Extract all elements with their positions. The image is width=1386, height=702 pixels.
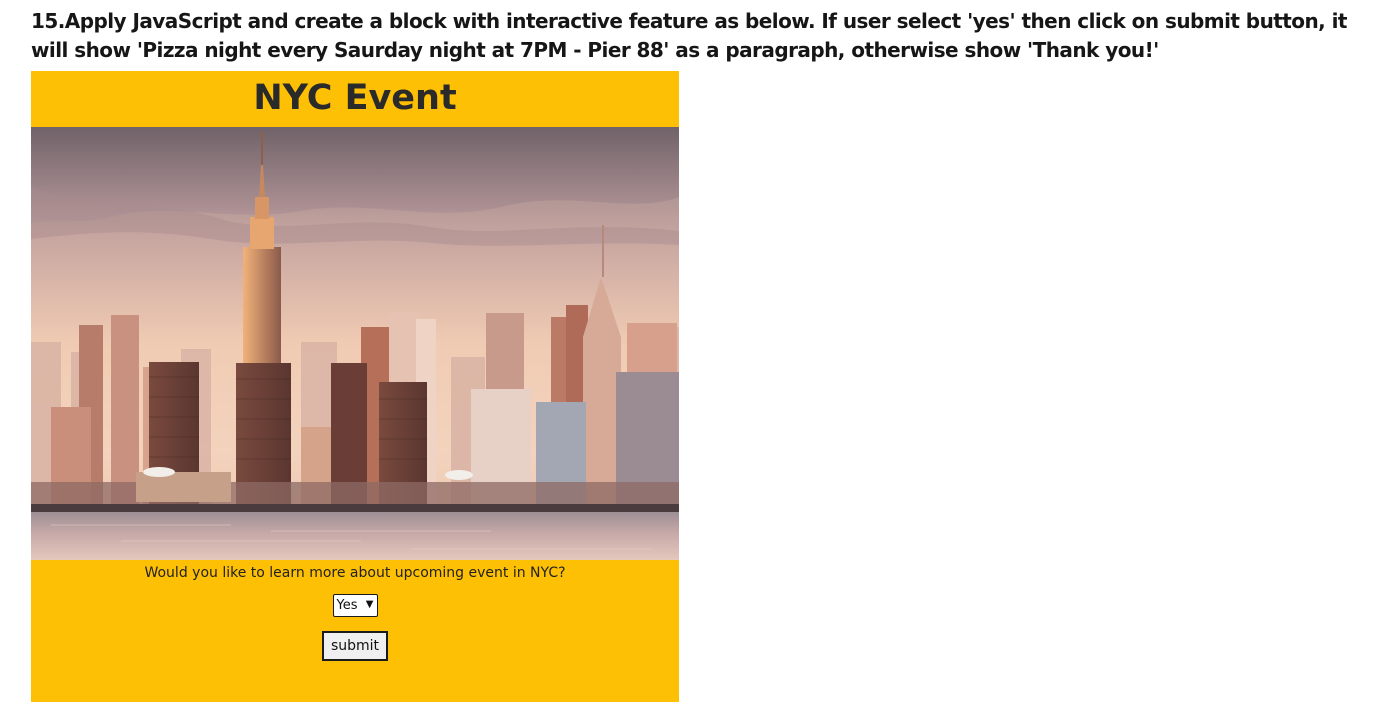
nyc-skyline-image bbox=[31, 127, 679, 560]
submit-button[interactable]: submit bbox=[321, 631, 389, 661]
learn-more-select[interactable]: Yes ▼ bbox=[332, 594, 378, 617]
event-question-text: Would you like to learn more about upcom… bbox=[144, 565, 566, 581]
select-row: Yes ▼ bbox=[31, 594, 679, 617]
nyc-event-card: NYC Event Would you like to learn more a… bbox=[31, 71, 679, 702]
chevron-down-icon: ▼ bbox=[365, 599, 374, 610]
select-value: Yes bbox=[336, 598, 358, 613]
event-title: NYC Event bbox=[253, 78, 457, 118]
question-text: 15.Apply JavaScript and create a block w… bbox=[31, 9, 1347, 62]
button-row: submit bbox=[31, 631, 679, 661]
